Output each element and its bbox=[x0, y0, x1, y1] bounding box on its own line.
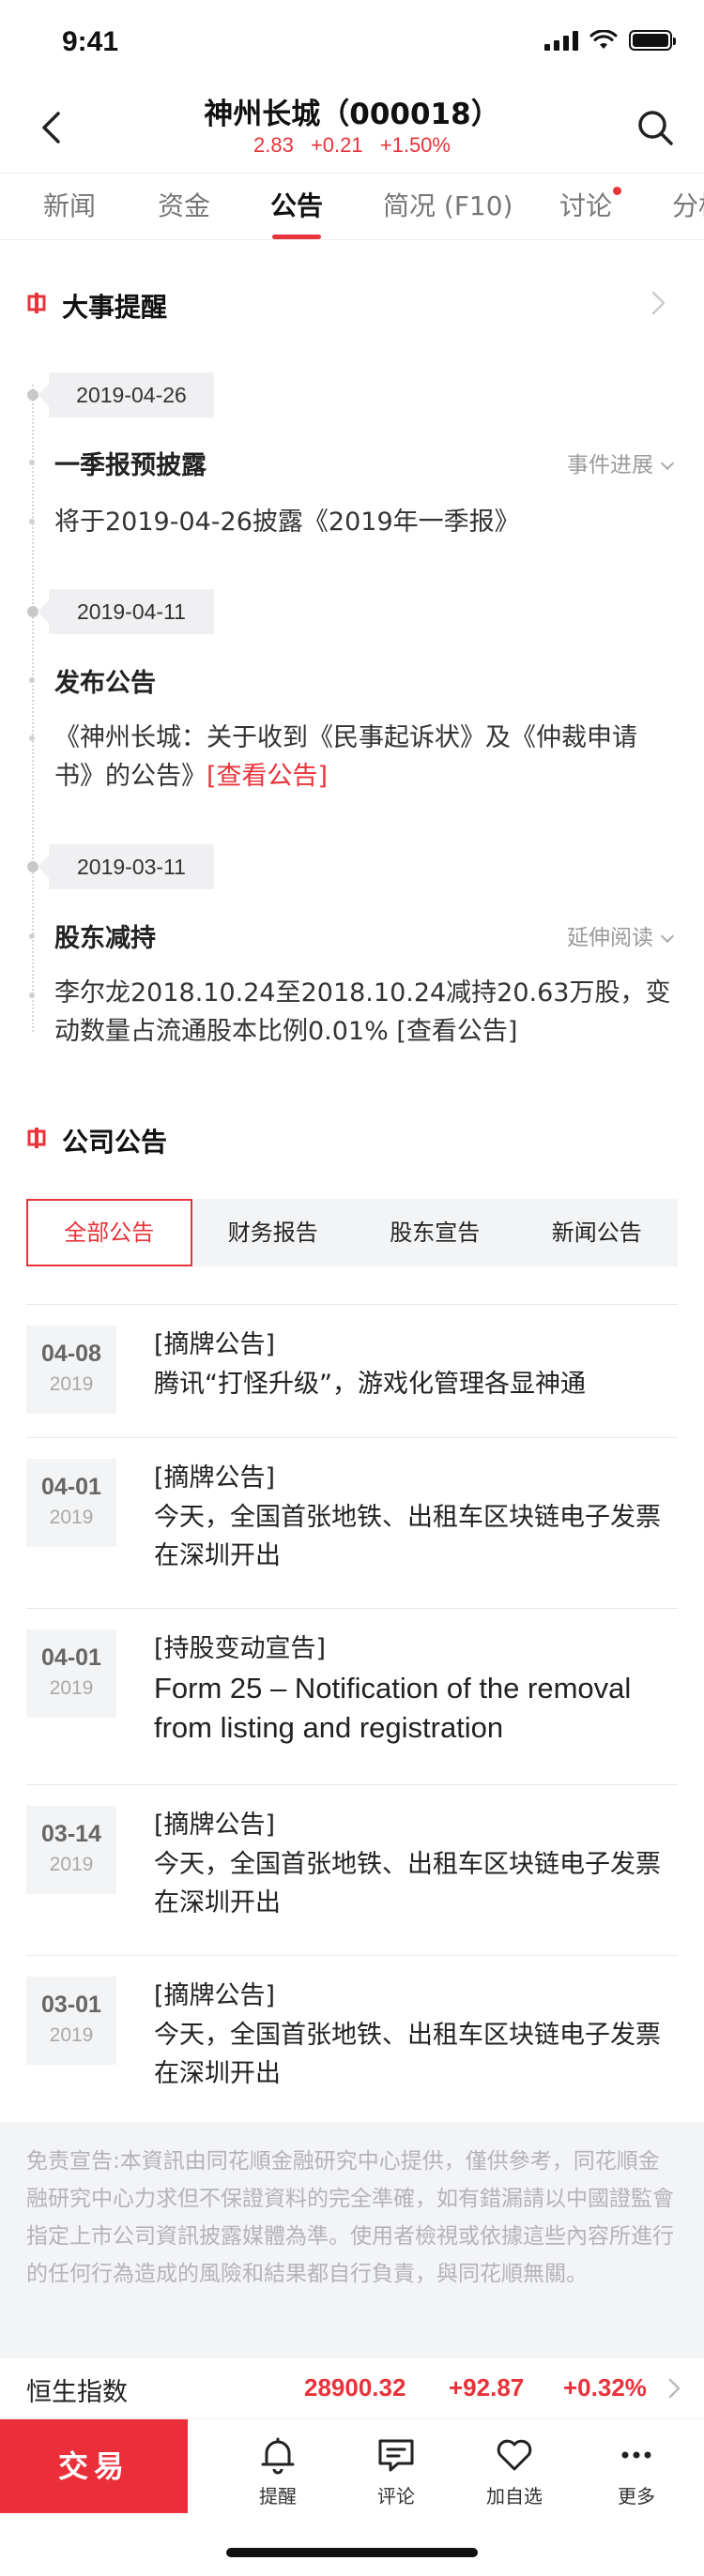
event-title: 一季报预披露 bbox=[54, 451, 207, 480]
events-section-header[interactable]: 大事提醒 bbox=[0, 276, 704, 332]
filter-financial[interactable]: 财务报告 bbox=[192, 1199, 355, 1266]
events-timeline: 2019-04-26 一季报预披露 事件进展 将于2019-04-26披露《20… bbox=[0, 347, 704, 1051]
event-progress-link[interactable]: 事件进展 bbox=[567, 447, 675, 478]
remind-button[interactable]: 提醒 bbox=[222, 2419, 334, 2513]
search-icon bbox=[638, 111, 673, 145]
notice-title: Form 25 – Notification of the removal fr… bbox=[154, 1672, 632, 1744]
stock-price: 2.83 bbox=[253, 133, 294, 157]
notice-list: 04-08 2019 [摘牌公告] 腾讯“打怪升级”，游戏化管理各显神通 04-… bbox=[26, 1304, 678, 2122]
notice-item[interactable]: 04-01 2019 [摘牌公告] 今天，全国首张地铁、出租车区块链电子发票在深… bbox=[26, 1437, 678, 1608]
filter-all[interactable]: 全部公告 bbox=[26, 1199, 192, 1266]
search-button[interactable] bbox=[627, 99, 683, 156]
event-desc: 将于2019-04-26披露《2019年一季报》 bbox=[54, 508, 520, 537]
tab-news[interactable]: 新闻 bbox=[43, 174, 96, 239]
notice-title: 今天，全国首张地铁、出租车区块链电子发票在深圳开出 bbox=[154, 2021, 661, 2088]
notice-date: 04-08 2019 bbox=[26, 1326, 116, 1414]
tab-funds[interactable]: 资金 bbox=[158, 174, 210, 239]
home-indicator[interactable] bbox=[226, 2548, 478, 2557]
stock-change: +0.21 bbox=[310, 133, 363, 157]
notice-category: [摘牌公告] bbox=[154, 1330, 276, 1359]
timeline-dot bbox=[29, 519, 35, 524]
chevron-down-icon bbox=[660, 929, 675, 944]
index-change-pct: +0.32% bbox=[563, 2373, 647, 2402]
add-watchlist-button[interactable]: 加自选 bbox=[458, 2419, 571, 2513]
chevron-right-icon bbox=[651, 291, 666, 315]
timeline-dot bbox=[29, 677, 35, 683]
timeline-dot bbox=[29, 735, 35, 741]
timeline-dot bbox=[29, 993, 35, 998]
index-name: 恒生指数 bbox=[26, 2378, 128, 2407]
comment-icon bbox=[378, 2439, 414, 2472]
timeline-dot bbox=[29, 460, 35, 465]
heart-icon bbox=[497, 2439, 532, 2471]
event-date-tag: 2019-04-26 bbox=[38, 372, 214, 417]
index-ticker-bar[interactable]: 恒生指数 28900.32 +92.87 +0.32% bbox=[0, 2358, 704, 2418]
notification-dot bbox=[613, 187, 622, 195]
notices-section-header: 公司公告 bbox=[0, 1111, 704, 1167]
event-title: 股东减持 bbox=[54, 924, 156, 953]
notice-category: [摘牌公告] bbox=[154, 1463, 276, 1493]
event-desc: 《神州长城：关于收到《民事起诉状》及《仲裁申请书》的公告》[查看公告] bbox=[54, 723, 637, 791]
stock-change-pct: +1.50% bbox=[379, 133, 451, 157]
extended-reading-link[interactable]: 延伸阅读 bbox=[567, 919, 675, 951]
tab-profile-f10[interactable]: 简况 (F10) bbox=[383, 174, 513, 239]
section-marker-icon bbox=[27, 1128, 46, 1148]
trade-button[interactable]: 交易 bbox=[0, 2419, 188, 2513]
notice-item[interactable]: 03-01 2019 [摘牌公告] 今天，全国首张地铁、出租车区块链电子发票在深… bbox=[26, 1955, 678, 2122]
view-notice-link[interactable]: [查看公告] bbox=[207, 762, 328, 791]
event-date-tag: 2019-04-11 bbox=[38, 589, 214, 634]
notice-title: 今天，全国首张地铁、出租车区块链电子发票在深圳开出 bbox=[154, 1503, 661, 1570]
notice-category: [摘牌公告] bbox=[154, 1981, 276, 2010]
notice-category: [持股变动宣告] bbox=[154, 1634, 327, 1663]
filter-shareholder[interactable]: 股东宣告 bbox=[354, 1199, 516, 1266]
section-marker-icon bbox=[27, 293, 46, 313]
stock-tabs: 新闻 资金 公告 简况 (F10) 讨论 分析 bbox=[0, 173, 704, 240]
notice-category: [摘牌公告] bbox=[154, 1811, 276, 1840]
chevron-down-icon bbox=[660, 456, 675, 471]
status-time: 9:41 bbox=[62, 26, 119, 57]
event-date-tag: 2019-03-11 bbox=[38, 844, 214, 889]
notices-section-title: 公司公告 bbox=[62, 1127, 168, 1158]
nav-header: 神州长城（000018） 2.83 +0.21 +1.50% bbox=[0, 83, 704, 173]
notice-date: 04-01 2019 bbox=[26, 1459, 116, 1547]
stock-quote: 2.83 +0.21 +1.50% bbox=[0, 133, 704, 158]
active-tab-underline bbox=[272, 235, 321, 239]
view-notice-link[interactable]: [查看公告] bbox=[396, 1017, 517, 1046]
status-bar: 9:41 bbox=[0, 0, 704, 83]
cellular-signal-icon bbox=[544, 30, 578, 51]
events-section-title: 大事提醒 bbox=[62, 292, 168, 323]
stock-title: 神州长城（000018） bbox=[204, 98, 500, 131]
more-icon bbox=[621, 2451, 651, 2459]
status-icons bbox=[544, 30, 676, 51]
notice-date: 03-01 2019 bbox=[26, 1977, 116, 2065]
event-desc: 李尔龙2018.10.24至2018.10.24减持20.63万股，变动数量占流… bbox=[54, 978, 671, 1046]
index-change: +92.87 bbox=[449, 2373, 525, 2402]
chevron-right-icon bbox=[668, 2378, 681, 2399]
bottom-action-bar: 交易 提醒 评论 加自选 更多 bbox=[0, 2418, 704, 2513]
tab-announcements[interactable]: 公告 bbox=[270, 174, 323, 239]
more-button[interactable]: 更多 bbox=[580, 2419, 693, 2513]
tab-discussion[interactable]: 讨论 bbox=[559, 174, 622, 239]
notice-date: 04-01 2019 bbox=[26, 1629, 116, 1718]
disclaimer-text: 免责宣告:本資訊由同花順金融研究中心提供，僅供參考，同花順金融研究中心力求但不保… bbox=[0, 2122, 704, 2358]
notice-item[interactable]: 04-01 2019 [持股变动宣告] Form 25 – Notificati… bbox=[26, 1608, 678, 1784]
comment-button[interactable]: 评论 bbox=[340, 2419, 452, 2513]
notice-title: 腾讯“打怪升级”，游戏化管理各显神通 bbox=[154, 1370, 586, 1399]
timeline-dot bbox=[29, 933, 35, 939]
notice-item[interactable]: 03-14 2019 [摘牌公告] 今天，全国首张地铁、出租车区块链电子发票在深… bbox=[26, 1784, 678, 1955]
notice-filter-tabs: 全部公告 财务报告 股东宣告 新闻公告 bbox=[26, 1199, 678, 1266]
notice-date: 03-14 2019 bbox=[26, 1806, 116, 1894]
battery-icon bbox=[629, 30, 676, 51]
notice-item[interactable]: 04-08 2019 [摘牌公告] 腾讯“打怪升级”，游戏化管理各显神通 bbox=[26, 1304, 678, 1437]
filter-news[interactable]: 新闻公告 bbox=[516, 1199, 679, 1266]
bell-icon bbox=[261, 2437, 295, 2475]
notice-title: 今天，全国首张地铁、出租车区块链电子发票在深圳开出 bbox=[154, 1850, 661, 1917]
index-value: 28900.32 bbox=[304, 2373, 406, 2402]
event-title: 发布公告 bbox=[54, 669, 156, 698]
tab-analysis[interactable]: 分析 bbox=[672, 174, 704, 239]
wifi-icon bbox=[589, 30, 618, 49]
